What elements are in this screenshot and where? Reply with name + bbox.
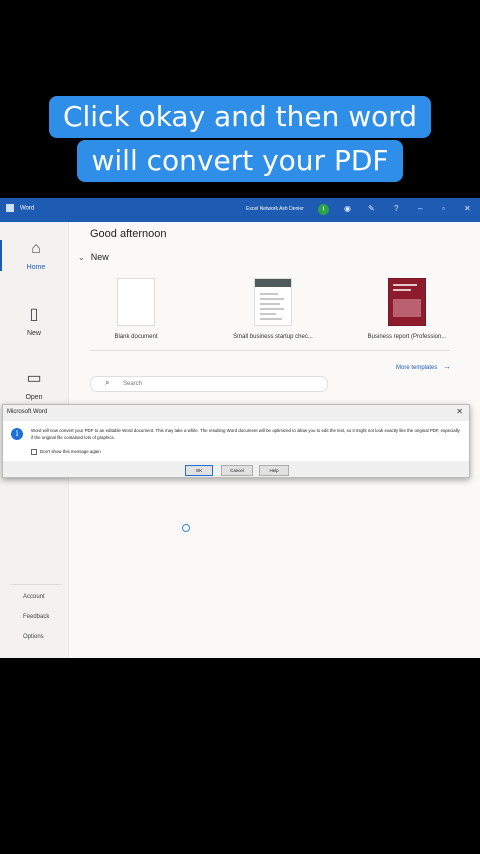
template-thumbnail bbox=[117, 278, 155, 326]
dont-show-again-checkbox[interactable]: Don't show this message again bbox=[31, 449, 101, 455]
template-startup-checklist[interactable]: Small business startup chec... bbox=[218, 278, 328, 340]
greeting: Good afternoon bbox=[90, 228, 167, 240]
arrow-right-icon: → bbox=[443, 362, 452, 371]
sidebar-link-feedback[interactable]: Feedback bbox=[23, 614, 49, 620]
template-label: Business report (Profession... bbox=[367, 334, 447, 340]
new-document-icon: ▯ bbox=[29, 306, 39, 323]
pen-icon[interactable]: ✎ bbox=[368, 204, 375, 213]
close-icon[interactable]: ✕ bbox=[464, 204, 471, 213]
close-icon[interactable]: ✕ bbox=[456, 407, 463, 416]
search-placeholder: Search bbox=[123, 381, 143, 387]
help-icon[interactable]: ? bbox=[394, 204, 398, 213]
sidebar-link-options[interactable]: Options bbox=[23, 634, 44, 640]
sidebar-item-label: Home bbox=[26, 264, 46, 271]
template-blank[interactable]: Blank document bbox=[88, 278, 184, 340]
chevron-down-icon: ⌄ bbox=[78, 253, 85, 262]
loading-spinner-icon bbox=[182, 524, 190, 532]
new-section-header[interactable]: ⌄ New bbox=[78, 252, 109, 262]
caption-line-2: will convert your PDF bbox=[0, 140, 480, 182]
bulb-icon[interactable]: ◉ bbox=[344, 204, 351, 213]
sidebar-item-home[interactable]: ⌂ Home bbox=[0, 240, 70, 271]
folder-icon: ▭ bbox=[26, 370, 42, 387]
template-label: Small business startup chec... bbox=[233, 334, 313, 340]
more-templates-label: More templates bbox=[396, 365, 438, 371]
user-name[interactable]: Excel Network Ash Denier bbox=[246, 206, 304, 212]
sidebar-divider bbox=[10, 584, 62, 585]
maximize-icon[interactable]: ▫ bbox=[442, 204, 445, 213]
search-icon: ⌕ bbox=[105, 378, 110, 387]
help-button[interactable]: Help bbox=[259, 465, 289, 476]
caption-line-1: Click okay and then word bbox=[0, 96, 480, 138]
cancel-button[interactable]: Cancel bbox=[221, 465, 253, 476]
minimize-icon[interactable]: – bbox=[418, 204, 422, 213]
template-thumbnail bbox=[254, 278, 292, 326]
sidebar-item-label: New bbox=[26, 330, 41, 337]
sidebar-link-account[interactable]: Account bbox=[23, 594, 45, 600]
caption-text-1: Click okay and then word bbox=[48, 96, 432, 138]
template-thumbnail bbox=[388, 278, 426, 326]
home-icon: ⌂ bbox=[31, 240, 41, 257]
dialog-message: Word will now convert your PDF to an edi… bbox=[31, 428, 460, 440]
caption-text-2: will convert your PDF bbox=[77, 140, 403, 182]
search-input[interactable]: ⌕ Search bbox=[90, 376, 328, 392]
new-header-label: New bbox=[90, 252, 109, 262]
template-label: Blank document bbox=[114, 334, 158, 340]
ok-button[interactable]: OK bbox=[185, 465, 213, 476]
dialog-body: i Word will now convert your PDF to an e… bbox=[3, 421, 469, 461]
checkbox-icon bbox=[31, 449, 37, 455]
info-icon: i bbox=[11, 428, 23, 440]
divider bbox=[90, 350, 450, 351]
word-logo-icon bbox=[6, 204, 14, 212]
more-templates-link[interactable]: More templates → bbox=[396, 362, 451, 371]
sidebar-item-new[interactable]: ▯ New bbox=[0, 304, 68, 337]
title-bar: Word Excel Network Ash Denier I ◉ ✎ ? – … bbox=[0, 198, 480, 222]
checkbox-label: Don't show this message again bbox=[40, 449, 101, 455]
sidebar-item-label: Open bbox=[25, 394, 43, 401]
template-business-report[interactable]: Business report (Profession... bbox=[352, 278, 462, 340]
app-title: Word bbox=[6, 204, 34, 212]
convert-pdf-dialog: Microsoft Word ✕ i Word will now convert… bbox=[2, 404, 470, 478]
dialog-title: Microsoft Word bbox=[7, 409, 48, 415]
app-name: Word bbox=[20, 205, 35, 212]
sidebar-item-open[interactable]: ▭ Open bbox=[0, 368, 68, 401]
avatar[interactable]: I bbox=[318, 204, 329, 215]
